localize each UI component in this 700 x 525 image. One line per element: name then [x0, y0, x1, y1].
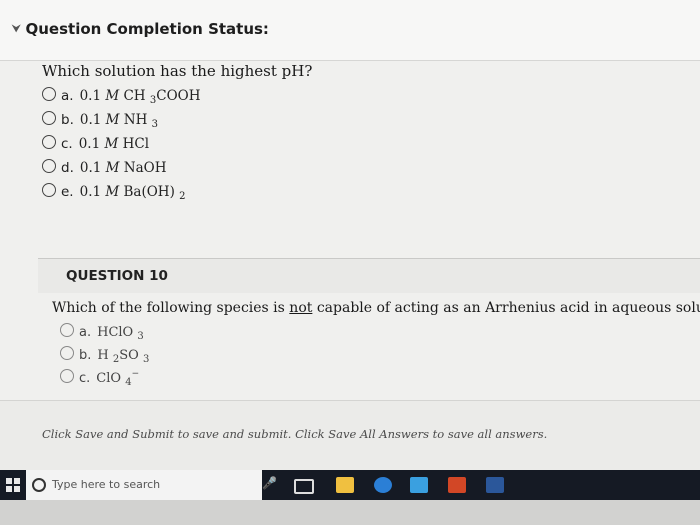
- search-icon: [32, 478, 46, 492]
- file-explorer-icon[interactable]: [336, 477, 354, 493]
- option-a[interactable]: a. HClO 3: [60, 322, 692, 345]
- question-10-label: QUESTION 10: [66, 268, 168, 284]
- option-b[interactable]: b. H 2SO 3: [60, 345, 692, 368]
- question-completion-status-bar[interactable]: ⮟ Question Completion Status:: [0, 0, 700, 61]
- question-9: Which solution has the highest pH? a. 0.…: [42, 62, 642, 206]
- option-b[interactable]: b. 0.1 M NH 3: [42, 110, 642, 134]
- chevron-down-icon[interactable]: ⮟: [12, 24, 21, 35]
- question-10: Which of the following species is not ca…: [52, 300, 700, 391]
- monitor-bezel: [0, 500, 700, 525]
- powerpoint-icon[interactable]: [448, 477, 466, 493]
- option-d[interactable]: d. 0.1 M NaOH: [42, 158, 642, 182]
- radio-button[interactable]: [60, 323, 74, 337]
- question-10-header: QUESTION 10: [38, 259, 700, 293]
- radio-button[interactable]: [60, 369, 74, 383]
- status-title-text: Question Completion Status:: [25, 20, 269, 38]
- search-placeholder: Type here to search: [52, 478, 161, 491]
- option-e[interactable]: e. 0.1 M Ba(OH) 2: [42, 182, 642, 206]
- status-title[interactable]: ⮟ Question Completion Status:: [12, 20, 269, 38]
- taskbar-search-box[interactable]: Type here to search: [26, 470, 262, 500]
- option-a[interactable]: a. 0.1 M CH 3COOH: [42, 86, 642, 110]
- browser-content: ⮟ Question Completion Status: Which solu…: [0, 0, 700, 470]
- radio-button[interactable]: [42, 183, 56, 197]
- radio-button[interactable]: [42, 135, 56, 149]
- radio-button[interactable]: [42, 159, 56, 173]
- radio-button[interactable]: [60, 346, 74, 360]
- word-icon[interactable]: [486, 477, 504, 493]
- store-icon[interactable]: [410, 477, 428, 493]
- microphone-icon[interactable]: 🎤: [262, 476, 277, 494]
- submit-instructions: Click Save and Submit to save and submit…: [42, 427, 548, 441]
- task-view-icon[interactable]: [294, 479, 314, 494]
- submit-instructions-area: Click Save and Submit to save and submit…: [0, 400, 700, 470]
- radio-button[interactable]: [42, 111, 56, 125]
- windows-taskbar: Type here to search 🎤: [0, 470, 700, 500]
- option-c[interactable]: c. 0.1 M HCl: [42, 134, 642, 158]
- option-c[interactable]: c. ClO 4−: [60, 368, 692, 391]
- question-10-text: Which of the following species is not ca…: [52, 300, 700, 316]
- windows-start-icon[interactable]: [6, 478, 20, 492]
- edge-icon[interactable]: [374, 477, 392, 493]
- question-9-text: Which solution has the highest pH?: [42, 62, 313, 80]
- radio-button[interactable]: [42, 87, 56, 101]
